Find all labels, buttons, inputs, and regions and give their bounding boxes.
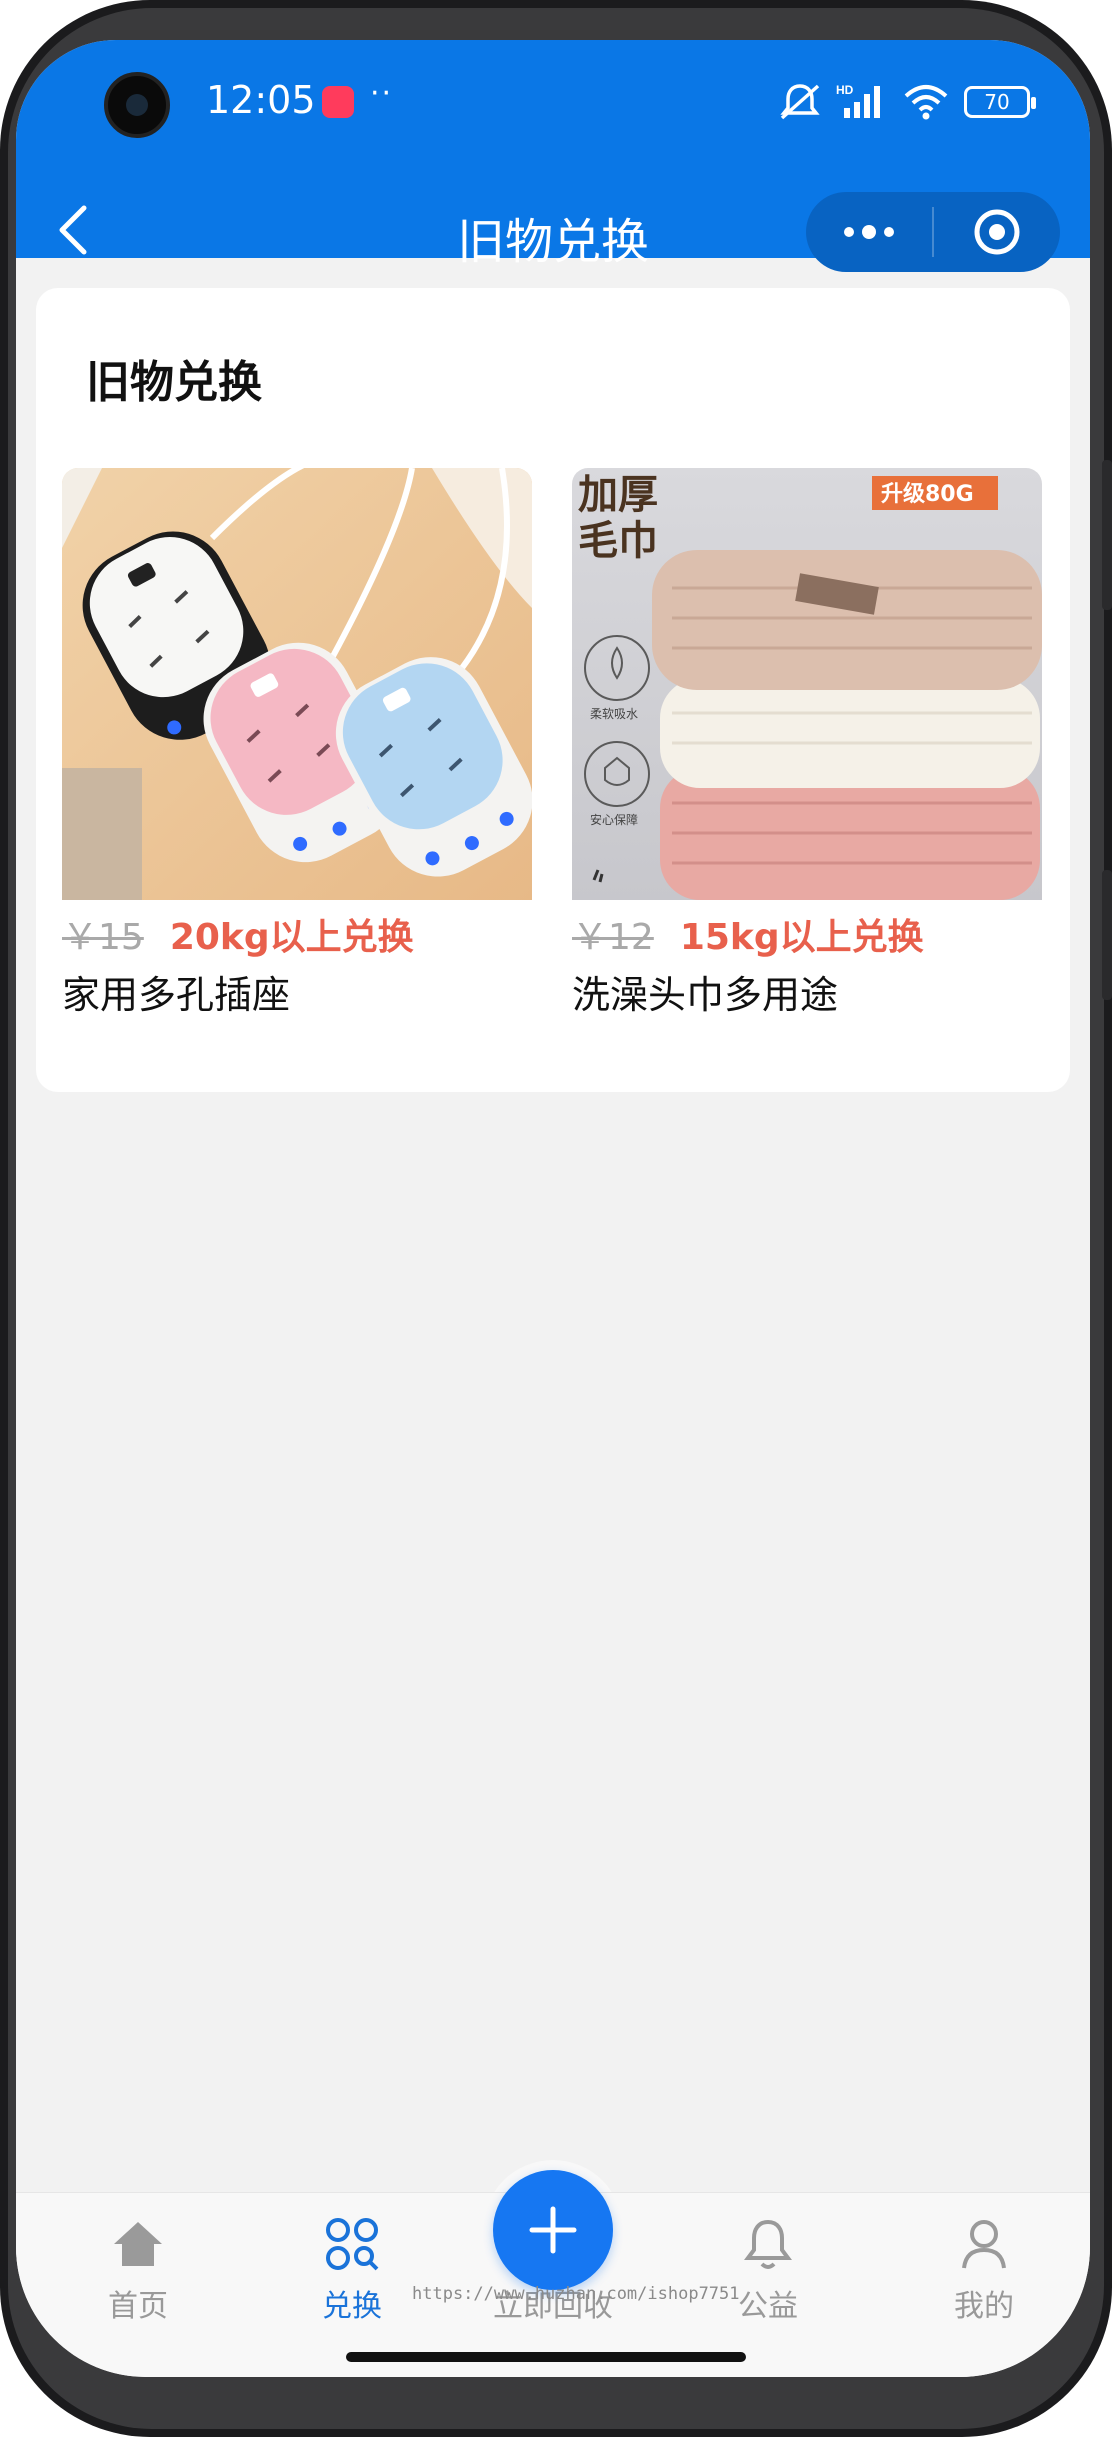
app-notification-icon [322,86,354,118]
nav-bar: 旧物兑换 [16,160,1090,272]
watermark: https://www.huzhan.com/ishop7751 [412,2284,740,2304]
tab-label: 兑换 [322,2289,382,2324]
mute-icon [780,84,820,120]
towel-feature-2: 安心保障 [590,812,638,827]
recycle-now-button[interactable] [493,2170,613,2290]
tab-exchange-icon-wrap [272,2213,432,2275]
price-row: ￥12 15kg以上兑换 [572,908,1042,960]
power-strip-photo [62,468,532,900]
original-price: ￥15 [62,917,144,958]
product-card[interactable]: ￥15 20kg以上兑换 家用多孔插座 [62,468,532,1019]
tab-label: 我的 [954,2289,1014,2324]
tab-label: 首页 [108,2289,168,2324]
price-row: ￥15 20kg以上兑换 [62,908,532,960]
exchange-card: 旧物兑换 ￥15 20kg以上兑换 家用多孔插座 加厚 毛巾 升级80G 柔软吸… [36,288,1070,1092]
tab-profile[interactable]: 我的 [904,2213,1064,2325]
tab-profile-icon-wrap [904,2213,1064,2275]
svg-text:HD: HD [836,83,854,97]
home-icon [114,2222,162,2266]
tab-exchange[interactable]: 兑换 [272,2213,432,2325]
towel-headline-2: 毛巾 [578,518,658,564]
hd-signal-icon: HD [836,83,880,118]
close-mini-program-button[interactable] [934,192,1060,272]
tab-charity-icon-wrap [688,2213,848,2275]
front-camera [104,72,170,138]
tab-home-icon-wrap [58,2213,218,2275]
more-dots-icon [844,225,894,239]
header: 12:05 ·· HD 70 旧物兑换 [16,40,1090,272]
more-button[interactable] [806,192,932,272]
product-name: 洗澡头巾多用途 [572,973,839,1017]
towel-tag: 升级80G [881,481,974,507]
exchange-requirement: 15kg以上兑换 [679,917,924,958]
towel-headline-1: 加厚 [578,472,658,518]
product-card[interactable]: 加厚 毛巾 升级80G 柔软吸水 安心保障 ￥12 15kg以上兑换 洗澡头巾多… [572,468,1042,1019]
towel-photo: 加厚 毛巾 升级80G 柔软吸水 安心保障 [572,468,1042,900]
status-time: 12:05 [206,78,316,122]
status-bar: 12:05 ·· HD 70 [16,40,1090,160]
towel-feature-1: 柔软吸水 [590,707,638,721]
section-title: 旧物兑换 [86,357,262,408]
screen: 12:05 ·· HD 70 旧物兑换 旧物兑换 ￥15 20kg以上兑换 家用… [16,40,1090,2377]
battery-icon: 70 [964,86,1036,118]
bell-icon [744,2219,792,2269]
exchange-grid-icon [326,2218,379,2271]
tab-home[interactable]: 首页 [58,2213,218,2325]
power-button [1102,870,1112,1000]
target-circle-icon [974,209,1020,255]
product-name: 家用多孔插座 [62,973,291,1017]
status-icons: HD 70 [778,80,1036,124]
home-indicator [346,2352,746,2362]
wifi-icon [904,85,948,120]
status-dots: ·· [370,76,394,111]
mini-program-capsule [806,192,1060,272]
user-icon [962,2220,1006,2269]
plus-icon [529,2206,577,2254]
volume-button [1102,460,1112,610]
tab-charity[interactable]: 公益 [688,2213,848,2325]
original-price: ￥12 [572,917,654,958]
exchange-requirement: 20kg以上兑换 [169,917,414,958]
